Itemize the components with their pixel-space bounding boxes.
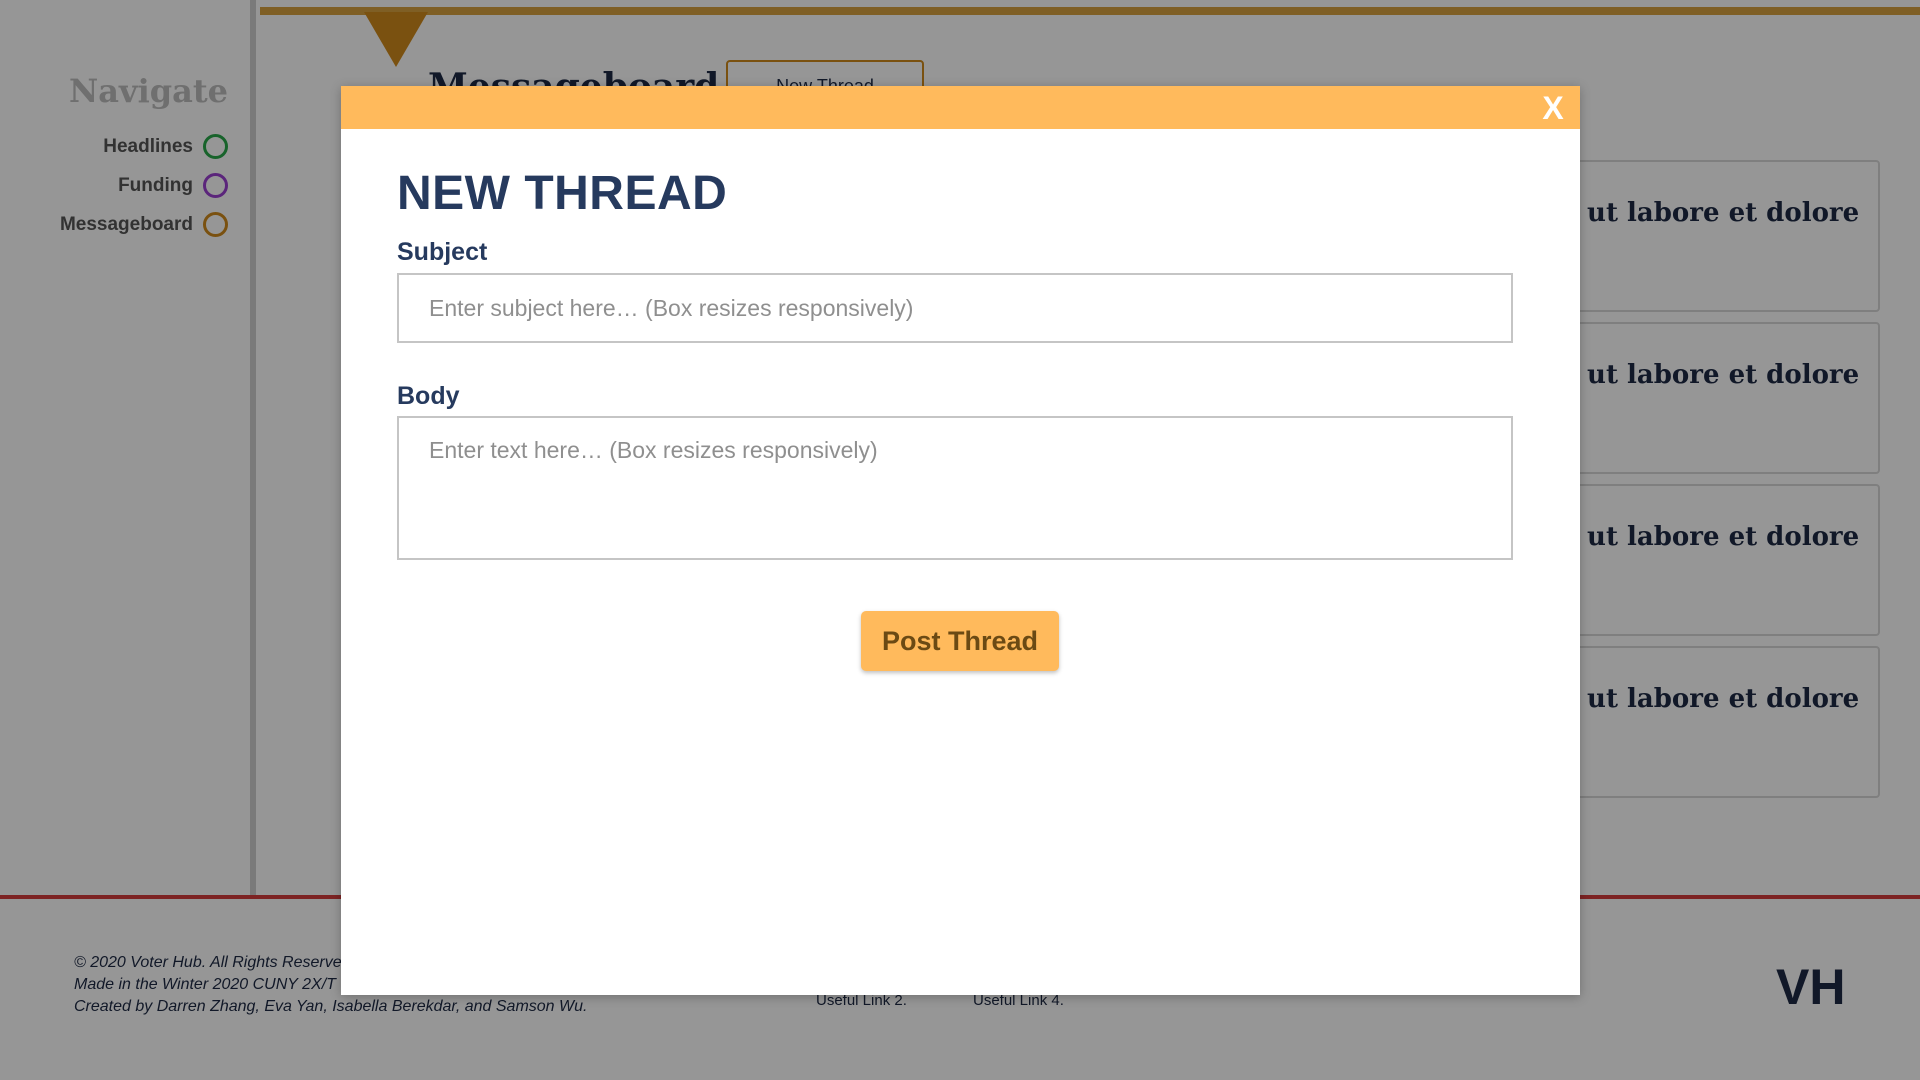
modal-title: NEW THREAD xyxy=(397,167,728,220)
subject-input[interactable] xyxy=(397,273,1513,343)
body-input[interactable] xyxy=(397,416,1513,560)
subject-label: Subject xyxy=(397,238,488,266)
modal-header: X xyxy=(341,86,1580,129)
new-thread-modal: X NEW THREAD Subject Body Post Thread xyxy=(341,86,1580,995)
body-label: Body xyxy=(397,382,460,410)
close-icon[interactable]: X xyxy=(1536,89,1570,127)
post-thread-button[interactable]: Post Thread xyxy=(861,611,1059,671)
